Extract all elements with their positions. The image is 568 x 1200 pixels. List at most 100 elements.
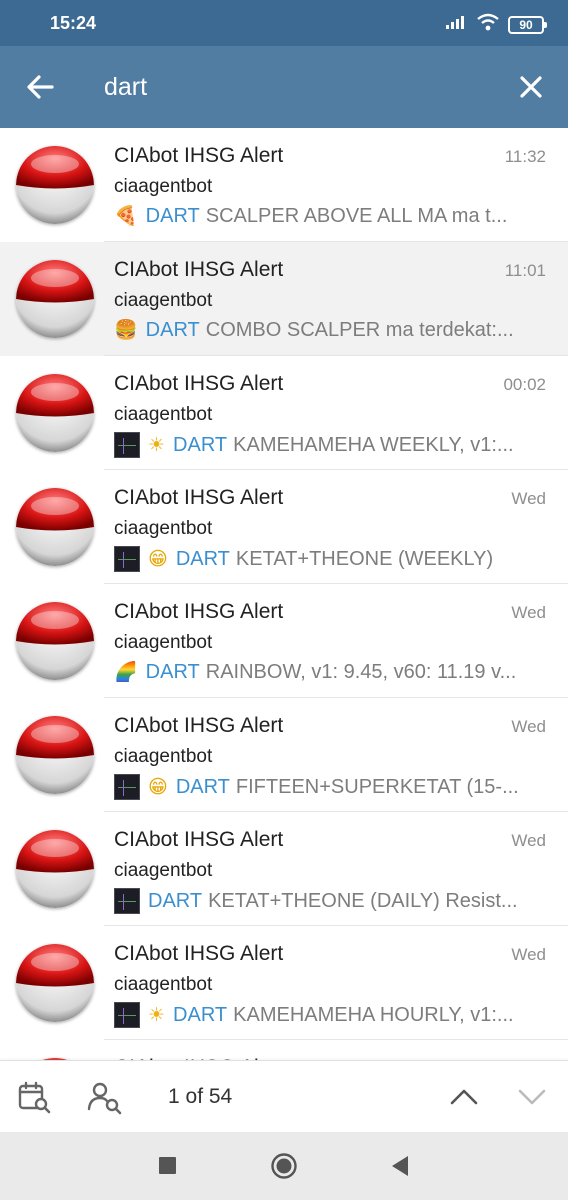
chat-title: CIAbot IHSG Alert [114,828,284,851]
home-circle-icon [270,1153,298,1184]
highlighted-keyword: DART [145,660,200,683]
status-bar: 15:24 90 [0,0,568,46]
highlighted-keyword: DART [145,318,200,341]
home-button[interactable] [270,1152,298,1180]
highlighted-keyword: DART [175,547,230,570]
message-sender: ciaagentbot [114,404,213,425]
back-button[interactable] [22,71,58,103]
battery-level: 90 [519,17,533,32]
chat-title: CIAbot IHSG Alert [114,258,284,281]
result-row[interactable]: CIAbot IHSG Alert Wed ciaagentbot 🌈 DART… [0,584,568,698]
result-row[interactable]: CIAbot IHSG Alert Wed ciaagentbot ☀ DART… [0,926,568,1040]
message-time: Wed [511,831,546,850]
message-preview: 😁 DART FIFTEEN+SUPERKETAT (15-... [114,774,534,800]
message-text: FIFTEEN+SUPERKETAT (15-... [235,775,519,798]
message-emoji: 🌈 [114,661,138,683]
clear-search-button[interactable] [514,70,548,104]
user-search-icon [86,1082,122,1119]
message-time: Wed [511,489,546,508]
signal-icon [446,15,468,34]
result-row[interactable]: CIAbot IHSG Alert Wed ciaagentbot 😁 DART… [0,470,568,584]
message-preview: 🌈 DART RAINBOW, v1: 9.45, v60: 11.19 v..… [114,660,534,684]
highlighted-keyword: DART [173,433,228,456]
message-text: COMBO SCALPER ma terdekat:... [205,318,514,341]
message-emoji: 🍕 [114,205,138,227]
message-text: KAMEHAMEHA HOURLY, v1:... [233,1003,514,1026]
chevron-down-icon [514,1089,550,1119]
message-time: Wed [511,603,546,622]
chat-title: CIAbot IHSG Alert [114,486,284,509]
next-result-button[interactable] [514,1079,550,1115]
chat-avatar [16,602,94,680]
system-back-button[interactable] [386,1152,414,1180]
chat-title: CIAbot IHSG Alert [114,144,284,167]
message-text: SCALPER ABOVE ALL MA ma t... [205,204,508,227]
message-preview: 🍔 DART COMBO SCALPER ma terdekat:... [114,318,534,342]
highlighted-keyword: DART [173,1003,228,1026]
back-triangle-icon [386,1156,414,1184]
close-icon [514,76,548,108]
message-preview: ☀ DART KAMEHAMEHA WEEKLY, v1:... [114,432,534,458]
message-sender: ciaagentbot [114,518,213,539]
message-emoji: 🍔 [114,319,138,341]
chart-thumbnail [114,888,140,914]
message-text: KAMEHAMEHA WEEKLY, v1:... [233,433,514,456]
message-emoji: 😁 [148,776,168,798]
result-row-partial[interactable]: CIAbot IHSG Alert Wed [0,1040,568,1060]
message-preview: 😁 DART KETAT+THEONE (WEEKLY) [114,546,534,572]
search-by-date-button[interactable] [16,1079,52,1115]
chart-thumbnail [114,774,140,800]
result-counter: 1 of 54 [168,1085,233,1108]
chat-avatar [16,146,94,224]
message-sender: ciaagentbot [114,176,213,197]
result-row[interactable]: CIAbot IHSG Alert 11:32 ciaagentbot 🍕 DA… [0,128,568,242]
highlighted-keyword: DART [148,889,203,912]
message-sender: ciaagentbot [114,974,213,995]
message-sender: ciaagentbot [114,860,213,881]
arrow-left-icon [22,75,58,107]
search-by-user-button[interactable] [86,1079,122,1115]
chat-avatar [16,260,94,338]
search-input[interactable] [104,68,484,106]
chat-title: CIAbot IHSG Alert [114,942,284,965]
search-header [0,46,568,128]
chat-title: CIAbot IHSG Alert [114,714,284,737]
message-time: 00:02 [503,375,546,394]
result-row[interactable]: CIAbot IHSG Alert 11:01 ciaagentbot 🍔 DA… [0,242,568,356]
result-row[interactable]: CIAbot IHSG Alert 00:02 ciaagentbot ☀ DA… [0,356,568,470]
previous-result-button[interactable] [446,1079,482,1115]
recents-square-icon [154,1157,182,1184]
battery-icon: 90 [508,15,547,34]
chat-title: CIAbot IHSG Alert [114,600,284,623]
message-preview: ☀ DART KAMEHAMEHA HOURLY, v1:... [114,1002,534,1028]
system-nav-bar [0,1132,568,1200]
chart-thumbnail [114,546,140,572]
result-row[interactable]: CIAbot IHSG Alert Wed ciaagentbot 😁 DART… [0,698,568,812]
chat-avatar [16,830,94,908]
chevron-up-icon [446,1089,482,1119]
status-icons: 90 [446,13,547,36]
chart-thumbnail [114,432,140,458]
message-sender: ciaagentbot [114,290,213,311]
message-preview: 🍕 DART SCALPER ABOVE ALL MA ma t... [114,204,534,228]
highlighted-keyword: DART [145,204,200,227]
message-text: KETAT+THEONE (DAILY) Resist... [208,889,518,912]
calendar-search-icon [16,1081,52,1119]
message-emoji: 😁 [148,548,168,570]
message-preview: DART KETAT+THEONE (DAILY) Resist... [114,888,534,914]
message-emoji: ☀ [148,434,166,456]
search-results-list: CIAbot IHSG Alert 11:32 ciaagentbot 🍕 DA… [0,128,568,1060]
chat-avatar [16,716,94,794]
chat-title: CIAbot IHSG Alert [114,372,284,395]
result-row[interactable]: CIAbot IHSG Alert Wed ciaagentbot DART K… [0,812,568,926]
wifi-icon [476,13,500,36]
recents-button[interactable] [154,1152,182,1180]
message-time: 11:32 [504,147,546,166]
message-text: RAINBOW, v1: 9.45, v60: 11.19 v... [205,660,517,683]
status-time: 15:24 [50,13,97,33]
message-time: 11:01 [504,261,546,280]
chart-thumbnail [114,1002,140,1028]
chat-avatar [16,374,94,452]
message-sender: ciaagentbot [114,632,213,653]
message-emoji: ☀ [148,1004,166,1026]
